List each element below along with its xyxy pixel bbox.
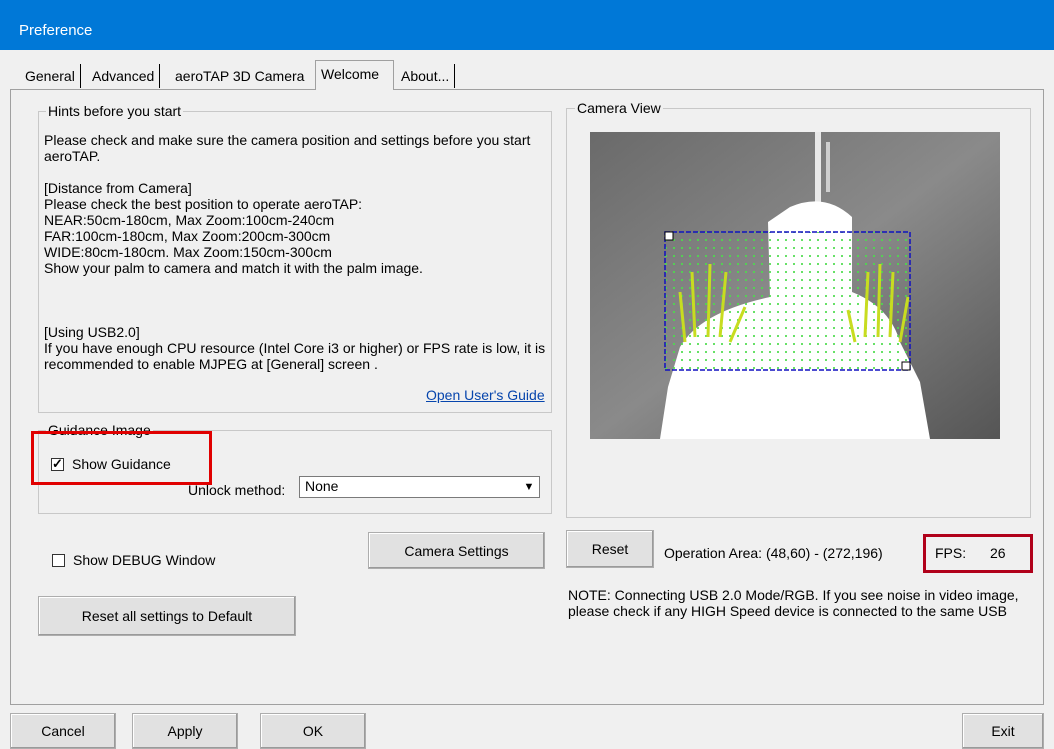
reset-button[interactable]: Reset	[566, 530, 654, 568]
show-debug-label[interactable]: Show DEBUG Window	[73, 552, 215, 568]
window-title: Preference	[19, 22, 93, 39]
highlight-fps	[923, 534, 1033, 573]
camera-preview-image	[590, 132, 1000, 439]
tab-about[interactable]: About...	[396, 64, 456, 88]
apply-button[interactable]: Apply	[132, 713, 238, 749]
camera-settings-button[interactable]: Camera Settings	[368, 532, 545, 569]
camera-view-legend: Camera View	[575, 100, 663, 116]
chevron-down-icon[interactable]: ▼	[520, 478, 538, 496]
tab-welcome[interactable]: Welcome	[315, 60, 394, 90]
hints-legend: Hints before you start	[46, 103, 184, 119]
tab-advanced[interactable]: Advanced	[87, 64, 161, 88]
usb-note-text: NOTE: Connecting USB 2.0 Mode/RGB. If yo…	[568, 587, 1019, 619]
title-bar: Preference	[0, 0, 1054, 50]
unlock-method-value: None	[305, 478, 339, 494]
distance-info-text: [Distance from Camera] Please check the …	[44, 180, 423, 276]
unlock-method-select[interactable]: None ▼	[299, 476, 540, 498]
tab-general[interactable]: General	[20, 64, 81, 88]
ok-button[interactable]: OK	[260, 713, 366, 749]
reset-all-settings-button[interactable]: Reset all settings to Default	[38, 596, 296, 636]
usb-info-text: [Using USB2.0] If you have enough CPU re…	[44, 324, 546, 372]
open-users-guide-link[interactable]: Open User's Guide	[426, 387, 545, 403]
exit-button[interactable]: Exit	[962, 713, 1044, 749]
tab-aerotap-3d-camera[interactable]: aeroTAP 3D Camera	[170, 64, 309, 88]
highlight-show-guidance	[31, 431, 212, 485]
hints-intro-text: Please check and make sure the camera po…	[44, 132, 531, 164]
unlock-method-label: Unlock method:	[188, 482, 286, 498]
cancel-button[interactable]: Cancel	[10, 713, 116, 749]
operation-area-text: Operation Area: (48,60) - (272,196)	[664, 545, 883, 561]
show-debug-checkbox[interactable]	[52, 554, 65, 567]
